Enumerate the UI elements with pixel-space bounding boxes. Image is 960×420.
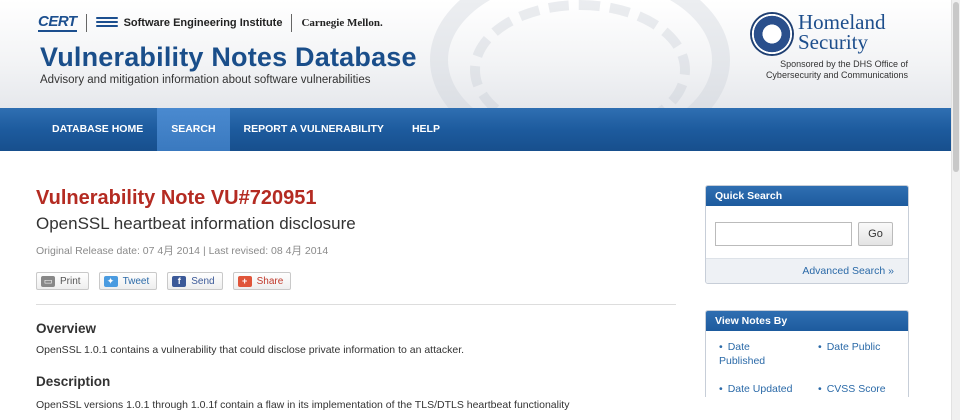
- facebook-send-button[interactable]: f Send: [167, 272, 223, 290]
- note-subtitle: OpenSSL heartbeat information disclosure: [36, 214, 356, 233]
- dhs-name-line1: Homeland: [798, 10, 886, 34]
- quick-search-panel: Quick Search Go Advanced Search »: [705, 185, 909, 284]
- quick-search-footer: Advanced Search »: [706, 258, 908, 283]
- nav-item-search[interactable]: SEARCH: [157, 108, 230, 151]
- send-label: Send: [191, 275, 215, 287]
- dhs-sponsor-line1: Sponsored by the DHS Office of: [780, 59, 908, 69]
- sei-logo-text[interactable]: Software Engineering Institute: [124, 17, 283, 29]
- main-content: Vulnerability Note VU#720951 OpenSSL hea…: [36, 151, 676, 411]
- twitter-bird-icon: ✦: [103, 275, 118, 287]
- plus-icon: +: [237, 275, 252, 287]
- bullet-icon: •: [719, 383, 723, 395]
- go-button[interactable]: Go: [858, 222, 893, 246]
- sei-globe-icon: [95, 16, 118, 30]
- cert-logo[interactable]: CERT: [38, 14, 77, 32]
- facebook-icon: f: [172, 275, 187, 287]
- share-toolbar: ▭ Print ✦ Tweet f Send + Share: [36, 272, 676, 290]
- advanced-search-link[interactable]: Advanced Search »: [802, 265, 894, 277]
- view-by-date-published[interactable]: • Date Published: [719, 340, 791, 368]
- print-label: Print: [60, 275, 81, 287]
- share-button[interactable]: + Share: [232, 272, 292, 290]
- nav-item-report-vulnerability[interactable]: REPORT A VULNERABILITY: [230, 108, 398, 151]
- description-heading: Description: [36, 374, 111, 389]
- dhs-seal-icon: [750, 12, 794, 56]
- dhs-sponsor-line2: Cybersecurity and Communications: [765, 70, 908, 80]
- scrollbar-thumb[interactable]: [953, 2, 959, 172]
- nav-item-database-home[interactable]: DATABASE HOME: [38, 108, 157, 151]
- main-nav: DATABASE HOME SEARCH REPORT A VULNERABIL…: [0, 108, 960, 151]
- quick-search-title: Quick Search: [706, 186, 908, 206]
- dhs-name: Homeland Security: [798, 10, 886, 54]
- dhs-sponsor-text: Sponsored by the DHS Office of Cybersecu…: [738, 59, 908, 81]
- quick-search-input[interactable]: [715, 222, 852, 246]
- view-notes-title: View Notes By: [706, 311, 908, 331]
- bullet-icon: •: [818, 383, 822, 395]
- tweet-button[interactable]: ✦ Tweet: [98, 272, 158, 290]
- view-notes-panel: View Notes By • Date Published • Date Publ…: [705, 310, 909, 397]
- view-by-label: Date Public: [826, 341, 881, 353]
- bullet-icon: •: [818, 341, 822, 353]
- view-by-date-public[interactable]: • Date Public: [818, 340, 880, 354]
- quick-search-form: Go: [706, 206, 908, 258]
- page-scrollbar[interactable]: [951, 0, 960, 420]
- bullet-icon: •: [719, 341, 723, 353]
- cmu-logo-text[interactable]: Carnegie Mellon.: [301, 17, 382, 29]
- view-notes-list: • Date Published • Date Public • Date Updat…: [706, 331, 908, 397]
- site-title[interactable]: Vulnerability Notes Database: [40, 42, 417, 73]
- sidebar: Quick Search Go Advanced Search » View N…: [705, 185, 909, 397]
- view-by-label: Date Published: [719, 341, 766, 367]
- overview-text: OpenSSL 1.0.1 contains a vulnerability t…: [36, 344, 465, 356]
- content-divider: [36, 304, 676, 305]
- share-label: Share: [256, 275, 284, 287]
- dhs-logo[interactable]: Homeland Security Sponsored by the DHS O…: [748, 12, 908, 92]
- note-title: Vulnerability Note VU#720951: [36, 187, 317, 209]
- description-text: OpenSSL versions 1.0.1 through 1.0.1f co…: [36, 399, 570, 411]
- view-by-cvss-score[interactable]: • CVSS Score: [818, 382, 886, 396]
- view-by-label: CVSS Score: [826, 383, 886, 395]
- logo-separator: [85, 14, 87, 32]
- note-dates: Original Release date: 07 4月 2014 | Last…: [36, 245, 329, 257]
- logo-separator: [291, 14, 293, 32]
- site-subtitle: Advisory and mitigation information abou…: [40, 74, 371, 86]
- print-button[interactable]: ▭ Print: [36, 272, 89, 290]
- partner-logos: CERT Software Engineering Institute Carn…: [38, 12, 383, 34]
- tweet-label: Tweet: [122, 275, 150, 287]
- overview-heading: Overview: [36, 321, 97, 336]
- site-header: CERT Software Engineering Institute Carn…: [0, 0, 960, 108]
- view-by-label: Date Updated: [727, 383, 793, 395]
- view-by-date-updated[interactable]: • Date Updated: [719, 382, 792, 396]
- dhs-name-line2: Security: [798, 30, 868, 54]
- nav-item-help[interactable]: HELP: [398, 108, 454, 151]
- printer-icon: ▭: [41, 275, 55, 287]
